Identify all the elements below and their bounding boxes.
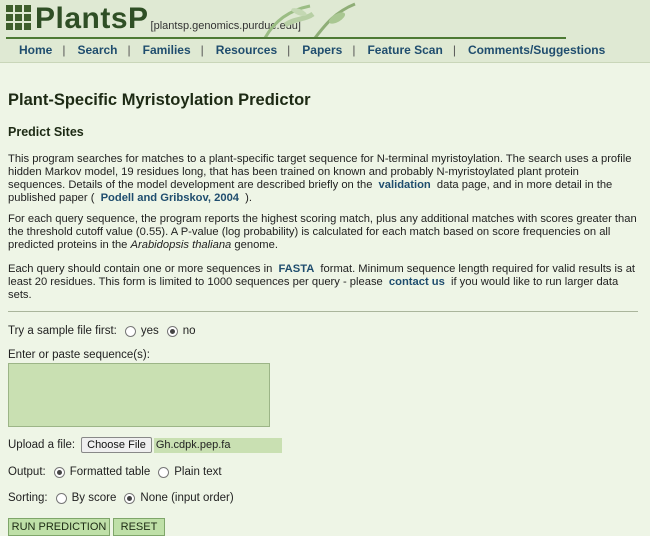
sample-yes-label: yes (140, 325, 159, 337)
nav-separator: | (127, 43, 131, 57)
nav-resources[interactable]: Resources (216, 43, 277, 57)
intro-text-c: ). (245, 192, 252, 204)
sample-no-radio[interactable] (166, 325, 178, 337)
sample-row: Try a sample file first: yes no (8, 325, 196, 337)
paste-label: Enter or paste sequence(s): (8, 349, 150, 361)
plant-illustration-icon (263, 2, 356, 39)
nav-separator: | (200, 43, 204, 57)
output-row: Output: Formatted table Plain text (8, 466, 222, 478)
logo-grid-icon (6, 5, 31, 30)
fasta-link[interactable]: FASTA (278, 263, 314, 275)
method-text-b: genome. (234, 239, 278, 251)
nav-separator: | (62, 43, 66, 57)
main-nav: Home | Search | Families | Resources | P… (0, 40, 650, 60)
intro-paragraph: This program searches for matches to a p… (8, 153, 638, 205)
selected-file-name: Gh.cdpk.pep.fa (153, 437, 282, 453)
format-text-a: Each query should contain one or more se… (8, 263, 273, 275)
sample-label: Try a sample file first: (8, 325, 117, 337)
output-label: Output: (8, 466, 46, 478)
page-title: Plant-Specific Myristoylation Predictor (8, 91, 311, 109)
sort-score-label: By score (71, 492, 117, 504)
contact-link[interactable]: contact us (389, 276, 445, 288)
nav-papers[interactable]: Papers (302, 43, 342, 57)
paper-link[interactable]: Podell and Gribskov, 2004 (101, 192, 239, 204)
section-title: Predict Sites (8, 125, 84, 139)
validation-link[interactable]: validation (379, 179, 431, 191)
section-divider (8, 311, 638, 312)
species-name: Arabidopsis thaliana (130, 239, 232, 251)
output-formatted-radio[interactable] (53, 466, 65, 478)
sort-none-radio[interactable] (124, 492, 136, 504)
nav-separator: | (287, 43, 291, 57)
sample-no-label: no (182, 325, 196, 337)
nav-search[interactable]: Search (77, 43, 117, 57)
method-paragraph: For each query sequence, the program rep… (8, 213, 638, 252)
nav-feature-scan[interactable]: Feature Scan (367, 43, 442, 57)
logo-text: PlantsP (35, 2, 149, 35)
choose-file-button[interactable]: Choose File (81, 437, 152, 453)
run-prediction-button[interactable]: RUN PREDICTION (8, 518, 110, 536)
format-paragraph: Each query should contain one or more se… (8, 263, 638, 302)
output-formatted-label: Formatted table (69, 466, 151, 478)
sample-yes-radio[interactable] (124, 325, 136, 337)
method-text-a: For each query sequence, the program rep… (8, 213, 637, 251)
nav-separator: | (452, 43, 456, 57)
nav-home[interactable]: Home (19, 43, 52, 57)
paste-label-row: Enter or paste sequence(s): (8, 349, 150, 361)
output-plain-label: Plain text (174, 466, 222, 478)
nav-comments[interactable]: Comments/Suggestions (468, 43, 605, 57)
nav-families[interactable]: Families (143, 43, 191, 57)
reset-button[interactable]: RESET (113, 518, 165, 536)
nav-separator: | (352, 43, 356, 57)
site-header: PlantsP [plantsp.genomics.purdue.edu] Ho… (0, 0, 650, 63)
sort-score-radio[interactable] (55, 492, 67, 504)
sort-none-label: None (input order) (140, 492, 234, 504)
header-rule (6, 37, 566, 39)
upload-label: Upload a file: (8, 439, 76, 451)
sequence-textarea[interactable] (8, 363, 270, 427)
sorting-label: Sorting: (8, 492, 48, 504)
output-plain-radio[interactable] (158, 466, 170, 478)
sorting-row: Sorting: By score None (input order) (8, 492, 234, 504)
upload-row: Upload a file: Choose File Gh.cdpk.pep.f… (8, 437, 282, 453)
